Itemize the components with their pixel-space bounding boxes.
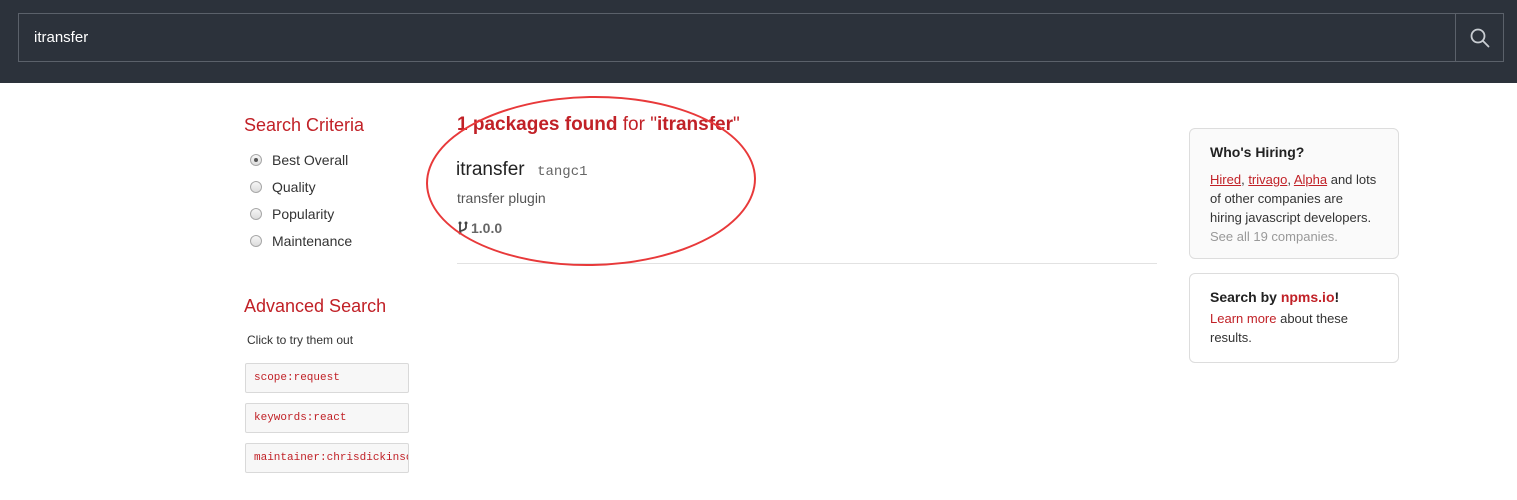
search-criteria-title: Search Criteria <box>244 115 365 135</box>
package-version-number: 1.0.0 <box>471 220 503 236</box>
search-icon <box>1470 28 1489 47</box>
criteria-label: Best Overall <box>272 151 349 168</box>
npms-brand-link[interactable]: npms.io <box>1281 289 1335 305</box>
package-name-link[interactable]: itransfer <box>456 159 525 180</box>
results-for-text: for " <box>617 114 657 135</box>
criteria-label: Maintenance <box>272 232 353 249</box>
npms-card: Search by npms.io! Learn more about thes… <box>1189 273 1399 363</box>
advanced-example-scope[interactable]: scope:request <box>245 363 409 393</box>
branch-icon <box>458 221 468 235</box>
radio-button[interactable] <box>250 207 262 220</box>
advanced-search-title: Advanced Search <box>244 296 387 316</box>
package-description: transfer plugin <box>457 190 546 206</box>
package-version: 1.0.0 <box>457 220 502 236</box>
search-button[interactable] <box>1456 13 1504 62</box>
results-count: 1 packages found <box>457 114 618 135</box>
results-query: itransfer <box>656 114 734 135</box>
npms-card-title: Search by npms.io! <box>1210 288 1378 307</box>
npms-title-prefix: Search by <box>1210 289 1281 305</box>
hiring-company-link-hired[interactable]: Hired <box>1210 172 1241 187</box>
npms-card-body: Learn more about these results. <box>1210 309 1378 347</box>
top-search-bar <box>0 0 1517 83</box>
criteria-option-popularity[interactable]: Popularity <box>250 200 424 227</box>
advanced-search-hint: Click to try them out <box>247 333 354 347</box>
whos-hiring-card: Who's Hiring? Hired, trivago, Alpha and … <box>1189 128 1399 259</box>
criteria-option-best-overall[interactable]: Best Overall <box>250 146 424 173</box>
radio-button[interactable] <box>250 180 262 193</box>
whos-hiring-body: Hired, trivago, Alpha and lots of other … <box>1210 170 1378 227</box>
advanced-example-maintainer[interactable]: maintainer:chrisdickinson <box>245 443 409 473</box>
hiring-company-link-alpha[interactable]: Alpha <box>1294 172 1327 187</box>
advanced-example-keywords[interactable]: keywords:react <box>245 403 409 433</box>
whos-hiring-title: Who's Hiring? <box>1210 144 1305 160</box>
radio-button[interactable] <box>250 153 262 166</box>
see-all-companies-link[interactable]: See all 19 companies. <box>1210 227 1378 246</box>
npms-title-suffix: ! <box>1334 289 1340 305</box>
criteria-list: Best Overall Quality Popularity Maintena… <box>244 146 424 254</box>
criteria-label: Popularity <box>272 205 335 222</box>
search-criteria-panel: Search Criteria Best Overall Quality Pop… <box>244 115 424 254</box>
result-divider <box>457 263 1157 264</box>
results-close-quote: " <box>733 114 740 135</box>
search-input[interactable] <box>19 14 1455 61</box>
hiring-company-link-trivago[interactable]: trivago <box>1248 172 1287 187</box>
criteria-label: Quality <box>272 178 316 195</box>
package-title-row: itransfer tangc1 <box>456 159 588 181</box>
search-box <box>18 13 1456 62</box>
learn-more-link[interactable]: Learn more <box>1210 311 1276 326</box>
package-author-link[interactable]: tangc1 <box>537 164 587 180</box>
results-header: 1 packages found for "itransfer" <box>457 114 740 136</box>
criteria-option-quality[interactable]: Quality <box>250 173 424 200</box>
radio-button[interactable] <box>250 234 262 247</box>
criteria-option-maintenance[interactable]: Maintenance <box>250 227 424 254</box>
